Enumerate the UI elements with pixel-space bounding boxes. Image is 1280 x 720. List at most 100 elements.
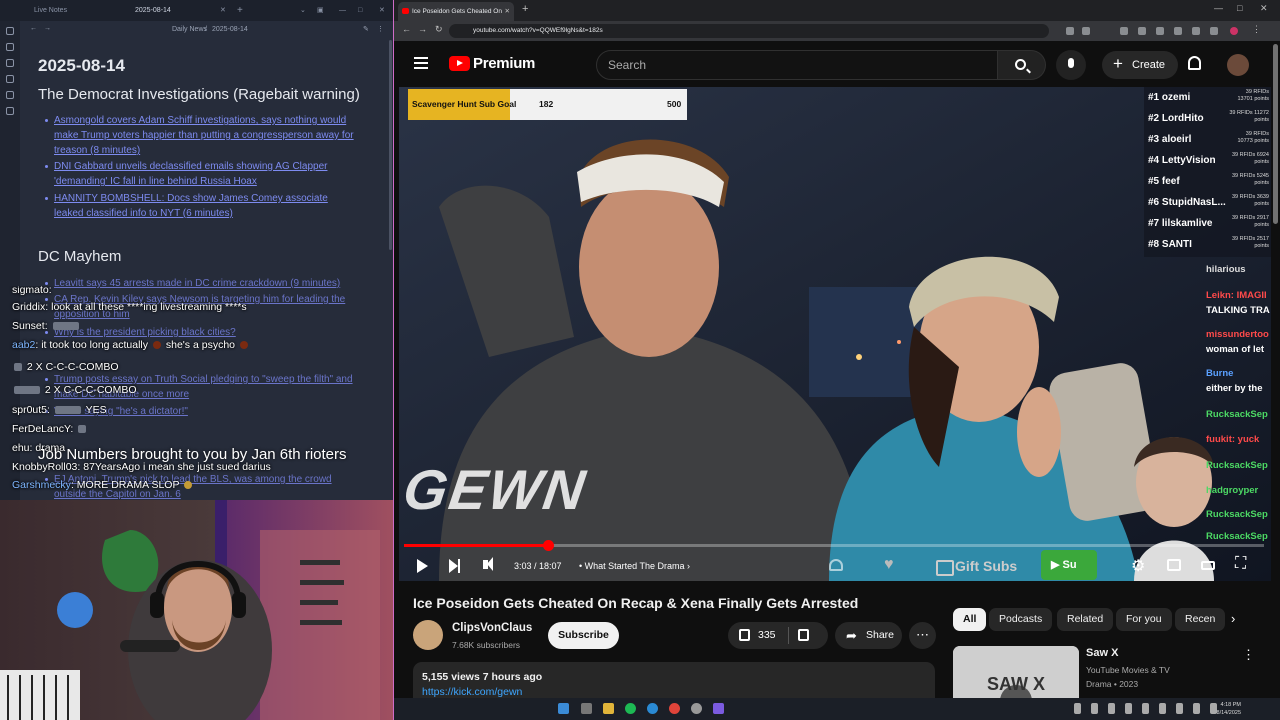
gift-subs-button[interactable]: Gift Subs (933, 554, 1037, 578)
note-link[interactable]: Asmongold covers Adam Schiff investigati… (45, 113, 354, 158)
notes-maximize-icon[interactable]: □ (358, 0, 362, 21)
extension-icon[interactable] (1174, 27, 1182, 35)
fullscreen-icon[interactable]: ⛶ (1235, 555, 1246, 573)
notes-forward-icon[interactable]: → (44, 25, 51, 32)
notes-scrollbar[interactable] (389, 40, 392, 250)
reload-icon[interactable]: ↻ (435, 24, 443, 35)
page-scrollbar[interactable] (1273, 44, 1278, 224)
file-explorer-icon[interactable] (603, 703, 614, 714)
chip-recent[interactable]: Recen (1175, 608, 1225, 631)
edge-icon[interactable] (647, 703, 658, 714)
thumbs-up-icon[interactable] (739, 629, 750, 641)
search-input[interactable]: Search (596, 50, 998, 80)
notes-tab-live[interactable]: Live Notes (34, 0, 67, 21)
volume-icon[interactable] (483, 557, 493, 571)
notes-more-icon[interactable]: ⋮ (377, 25, 384, 33)
notes-tab-active[interactable]: 2025-08-14 (135, 0, 171, 21)
chip-for-you[interactable]: For you (1116, 608, 1172, 631)
ribbon-branch-icon[interactable] (6, 59, 14, 67)
miniplayer-icon[interactable] (1167, 559, 1181, 571)
bookmark-star-icon[interactable] (1082, 27, 1090, 35)
notes-dropdown-icon[interactable]: ⌄ (300, 0, 306, 21)
share-button[interactable]: Share (835, 622, 902, 649)
profile-icon[interactable] (1230, 27, 1238, 35)
theater-mode-icon[interactable] (1201, 561, 1215, 570)
heart-icon[interactable]: ♥ (884, 556, 894, 574)
tab-close-icon[interactable]: ✕ (505, 2, 510, 21)
note-link[interactable]: DNI Gabbard unveils declassified emails … (45, 159, 354, 189)
chapter-title[interactable]: • What Started The Drama › (579, 561, 690, 571)
browser-menu-icon[interactable]: ⋮ (1252, 24, 1261, 35)
notes-minimize-icon[interactable]: — (339, 0, 346, 21)
extension-icon[interactable] (1138, 27, 1146, 35)
task-view-icon[interactable] (581, 703, 592, 714)
video-player[interactable]: Scavenger Hunt Sub Goal 182 500 #1 ozemi… (399, 87, 1271, 581)
recommended-more-icon[interactable]: ⋮ (1242, 647, 1255, 663)
chips-next-arrow-icon[interactable]: › (1231, 611, 1235, 626)
next-icon[interactable] (449, 559, 460, 573)
chip-all[interactable]: All (953, 608, 987, 631)
maximize-icon[interactable]: □ (1237, 3, 1242, 13)
voice-search-icon[interactable] (1056, 50, 1086, 80)
video-progress-bar[interactable] (404, 540, 1264, 551)
tray-icon[interactable] (1193, 703, 1200, 714)
channel-name[interactable]: ClipsVonClaus (452, 622, 532, 634)
search-button[interactable] (998, 50, 1046, 80)
ribbon-file-icon[interactable] (6, 91, 14, 99)
zoom-icon[interactable] (1066, 27, 1074, 35)
system-clock[interactable]: 4:18 PM 8/14/2025 (1217, 701, 1241, 717)
account-avatar[interactable] (1227, 54, 1249, 76)
extension-icon[interactable] (1192, 27, 1200, 35)
settings-gear-icon[interactable]: ⚙ (1131, 556, 1145, 576)
notes-close-window-icon[interactable]: ✕ (379, 0, 385, 21)
url-field[interactable]: youtube.com/watch?v=QQWEf9lgNs&t=182s (449, 24, 1049, 38)
notes-back-icon[interactable]: ← (30, 25, 37, 32)
thumbs-down-icon[interactable] (798, 629, 809, 641)
minimize-icon[interactable]: — (1214, 3, 1223, 13)
extension-icon[interactable] (1120, 27, 1128, 35)
note-link[interactable]: HANNITY BOMBSHELL: Docs show James Comey… (45, 191, 354, 221)
breadcrumb-file[interactable]: 2025-08-14 (212, 26, 248, 33)
tray-icon[interactable] (1176, 703, 1183, 714)
tray-icon[interactable] (1074, 703, 1081, 714)
notifications-bell-icon[interactable] (1188, 56, 1201, 70)
notes-new-tab-icon[interactable]: + (237, 0, 243, 21)
chip-podcasts[interactable]: Podcasts (989, 608, 1053, 631)
close-window-icon[interactable]: ✕ (1260, 3, 1268, 14)
chrome-icon[interactable] (669, 703, 680, 714)
breadcrumb-folder[interactable]: Daily News (172, 26, 207, 33)
menu-icon[interactable] (414, 57, 428, 69)
extension-icon[interactable] (1210, 27, 1218, 35)
youtube-logo-icon[interactable] (449, 56, 470, 71)
subscribe-button[interactable]: Subscribe (548, 622, 619, 649)
ribbon-edit-icon[interactable] (6, 43, 14, 51)
forward-icon[interactable]: → (418, 24, 427, 34)
more-actions-icon[interactable]: ⋯ (909, 622, 936, 649)
channel-avatar[interactable] (413, 620, 443, 650)
app-icon[interactable] (691, 703, 702, 714)
start-icon[interactable] (558, 703, 569, 714)
ribbon-grid-icon[interactable] (6, 75, 14, 83)
chip-related[interactable]: Related (1057, 608, 1114, 631)
browser-tab-active[interactable]: Ice Poseidon Gets Cheated On ✕ (398, 2, 514, 21)
notes-sidebar-toggle-icon[interactable]: ▣ (317, 0, 324, 21)
ribbon-terminal-icon[interactable] (6, 107, 14, 115)
tray-icon[interactable] (1159, 703, 1166, 714)
notes-tab-close-icon[interactable]: ✕ (220, 0, 226, 21)
spotify-icon[interactable] (625, 703, 636, 714)
obsidian-icon[interactable] (713, 703, 724, 714)
tray-icon[interactable] (1142, 703, 1149, 714)
subscribe-overlay-button[interactable]: ▶ Su (1041, 550, 1097, 580)
extension-icon[interactable] (1156, 27, 1164, 35)
tray-icon[interactable] (1125, 703, 1132, 714)
youtube-brand[interactable]: Premium (473, 55, 535, 72)
notes-edit-icon[interactable]: ✎ (363, 25, 369, 33)
play-icon[interactable] (417, 559, 428, 573)
bell-overlay-icon[interactable] (829, 559, 843, 571)
new-tab-icon[interactable]: + (522, 3, 528, 15)
back-icon[interactable]: ← (402, 24, 411, 34)
recommended-title[interactable]: Saw X (1086, 647, 1118, 659)
create-button[interactable]: Create (1102, 50, 1178, 79)
tray-icon[interactable] (1091, 703, 1098, 714)
description-link[interactable]: https://kick.com/gewn (422, 686, 522, 698)
